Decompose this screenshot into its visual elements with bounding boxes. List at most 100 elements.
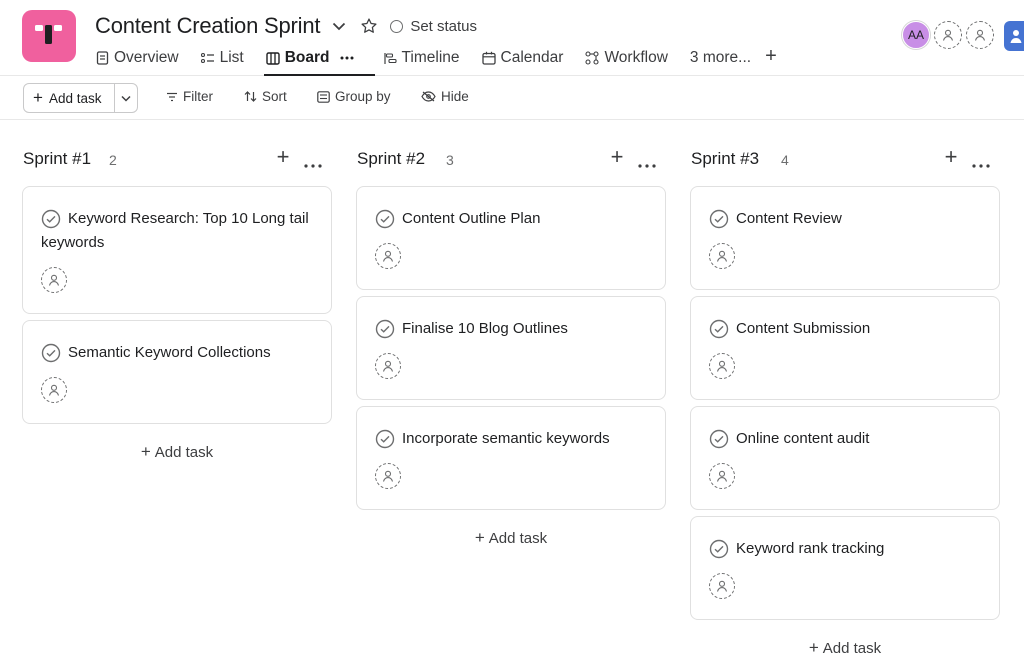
column-title[interactable]: Sprint #2 [357, 149, 425, 169]
workflow-icon [585, 51, 599, 65]
task-card[interactable]: Incorporate semantic keywords [356, 406, 666, 510]
list-icon [200, 52, 214, 64]
project-options-chevron-icon[interactable] [328, 15, 350, 37]
group-by-button[interactable]: Group by [317, 89, 391, 104]
title-row: Content Creation Sprint Set status [95, 12, 477, 40]
hide-button[interactable]: Hide [421, 89, 469, 104]
column-add-task-plus-icon[interactable]: + [272, 146, 294, 169]
project-tabs: Overview List Board Timeline Calendar Wo… [96, 44, 777, 76]
set-status-button[interactable]: Set status [390, 18, 477, 35]
task-card[interactable]: Keyword Research: Top 10 Long tail keywo… [22, 186, 332, 314]
assignee-placeholder-icon[interactable] [709, 353, 735, 379]
empty-member-slot-icon[interactable] [966, 21, 994, 49]
share-button[interactable] [1004, 21, 1024, 51]
hide-label: Hide [441, 89, 469, 104]
document-icon [96, 51, 109, 65]
group-by-icon [317, 90, 330, 103]
column-task-count: 4 [781, 152, 789, 168]
task-card[interactable]: Content Submission [690, 296, 1000, 400]
task-card[interactable]: Semantic Keyword Collections [22, 320, 332, 424]
column-header: Sprint #1 2 + [22, 146, 332, 173]
tab-more[interactable]: 3 more... [690, 44, 751, 72]
assignee-placeholder-icon[interactable] [375, 353, 401, 379]
task-card[interactable]: Content Outline Plan [356, 186, 666, 290]
task-card[interactable]: Online content audit [690, 406, 1000, 510]
task-card[interactable]: Keyword rank tracking [690, 516, 1000, 620]
tab-more-label: 3 more... [689, 49, 752, 66]
set-status-label: Set status [410, 17, 478, 35]
sort-label: Sort [262, 89, 287, 104]
status-circle-icon [390, 19, 404, 33]
board: Sprint #1 2 + Keyword Research: Top 10 L… [0, 121, 1024, 667]
star-icon[interactable] [358, 15, 380, 37]
sort-icon [244, 91, 257, 102]
column-add-task-button[interactable]: + Add task [690, 638, 1000, 658]
column-add-task-label: Add task [154, 444, 214, 461]
assignee-placeholder-icon[interactable] [709, 573, 735, 599]
add-task-dropdown-chevron-icon[interactable] [114, 84, 137, 112]
column-options-icon[interactable] [972, 155, 990, 173]
plus-icon: + [140, 442, 151, 461]
column-add-task-label: Add task [822, 640, 882, 657]
column-header: Sprint #2 3 + [356, 146, 666, 173]
project-title: Content Creation Sprint [95, 13, 321, 38]
assignee-placeholder-icon[interactable] [375, 463, 401, 489]
tab-list[interactable]: List [200, 44, 244, 72]
task-title: Semantic Keyword Collections [68, 344, 271, 361]
project-header: Content Creation Sprint Set status Overv… [0, 0, 1024, 76]
project-members[interactable]: AA [902, 21, 994, 49]
task-title: Content Review [736, 210, 842, 227]
board-tab-options-icon[interactable] [340, 56, 359, 60]
calendar-icon [481, 51, 496, 65]
column-add-task-button[interactable]: + Add task [356, 528, 666, 548]
filter-button[interactable]: Filter [166, 89, 213, 104]
task-title: Incorporate semantic keywords [402, 430, 610, 447]
board-icon [266, 51, 280, 65]
task-title: Finalise 10 Blog Outlines [402, 320, 568, 337]
project-logo-icon[interactable] [22, 10, 76, 62]
tab-calendar[interactable]: Calendar [481, 44, 563, 72]
column-options-icon[interactable] [638, 155, 656, 173]
add-task-button[interactable]: + Add task [24, 84, 114, 112]
column-title[interactable]: Sprint #3 [691, 149, 759, 169]
task-card[interactable]: Content Review [690, 186, 1000, 290]
column-add-task-button[interactable]: + Add task [22, 442, 332, 462]
tab-timeline[interactable]: Timeline [383, 44, 460, 72]
assignee-placeholder-icon[interactable] [375, 243, 401, 269]
column-title[interactable]: Sprint #1 [23, 149, 91, 169]
empty-member-slot-icon[interactable] [934, 21, 962, 49]
tab-board-label: Board [284, 49, 330, 66]
column-options-icon[interactable] [304, 155, 322, 173]
timeline-icon [383, 52, 397, 64]
task-title: Keyword rank tracking [736, 540, 885, 557]
column-add-task-plus-icon[interactable]: + [940, 146, 962, 169]
task-title: Keyword Research: Top 10 Long tail keywo… [41, 210, 309, 251]
sort-button[interactable]: Sort [244, 89, 287, 104]
column-task-count: 3 [446, 152, 454, 168]
add-task-split-button: + Add task [23, 83, 138, 113]
member-avatar[interactable]: AA [902, 21, 930, 49]
column-header: Sprint #3 4 + [690, 146, 1000, 173]
add-task-label: Add task [48, 90, 102, 106]
plus-icon: + [474, 528, 485, 547]
task-title: Online content audit [736, 430, 870, 447]
add-tab-plus-icon[interactable]: + [765, 44, 777, 68]
assignee-placeholder-icon[interactable] [709, 243, 735, 269]
task-title: Content Outline Plan [402, 210, 541, 227]
people-icon [1010, 30, 1022, 43]
tab-workflow[interactable]: Workflow [585, 44, 668, 72]
filter-icon [167, 92, 177, 101]
assignee-placeholder-icon[interactable] [41, 377, 67, 403]
tab-workflow-label: Workflow [604, 49, 668, 66]
column-add-task-plus-icon[interactable]: + [606, 146, 628, 169]
task-card[interactable]: Finalise 10 Blog Outlines [356, 296, 666, 400]
assignee-placeholder-icon[interactable] [709, 463, 735, 489]
column-add-task-label: Add task [488, 530, 548, 547]
tab-overview[interactable]: Overview [96, 44, 179, 72]
filter-label: Filter [183, 89, 213, 104]
task-title: Content Submission [736, 320, 871, 337]
tab-board[interactable]: Board [263, 44, 375, 76]
assignee-placeholder-icon[interactable] [41, 267, 67, 293]
tab-list-label: List [219, 49, 244, 66]
board-logo-glyph-icon [35, 25, 62, 44]
